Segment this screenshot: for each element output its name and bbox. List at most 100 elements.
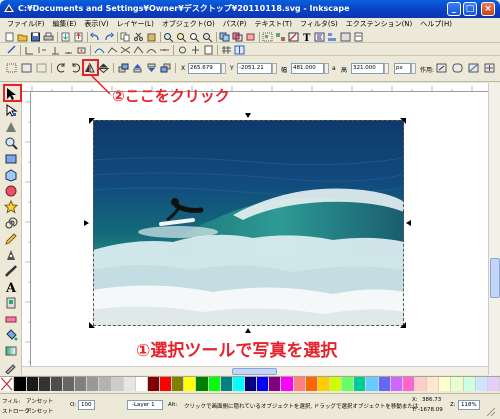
palette-swatch[interactable] <box>123 377 136 391</box>
vertical-scroll-thumb[interactable] <box>490 258 500 298</box>
gradient-tool-icon[interactable] <box>4 344 18 358</box>
menu-layer[interactable]: レイヤー(L) <box>113 18 158 30</box>
palette-swatch[interactable] <box>293 377 306 391</box>
raise-to-top-icon[interactable] <box>118 63 129 73</box>
palette-swatch[interactable] <box>87 377 100 391</box>
y-position-field[interactable]: -2051.21 <box>237 63 272 74</box>
vertical-scrollbar[interactable] <box>488 83 500 375</box>
palette-swatch[interactable] <box>487 377 500 391</box>
snap-bbox-corner-icon[interactable] <box>50 45 61 55</box>
palette-swatch[interactable] <box>366 377 379 391</box>
palette-swatch[interactable] <box>147 377 161 391</box>
palette-swatch[interactable] <box>439 377 452 391</box>
rotate-cw-icon[interactable] <box>70 63 81 73</box>
snap-path-intersection-icon[interactable] <box>120 45 131 55</box>
transform-gradients-icon[interactable] <box>468 63 479 73</box>
menu-file[interactable]: ファイル(F) <box>3 18 49 30</box>
palette-swatch[interactable] <box>463 377 476 391</box>
ungroup-icon[interactable] <box>275 32 286 42</box>
palette-swatch[interactable] <box>184 377 197 391</box>
menu-object[interactable]: オブジェクト(O) <box>158 18 219 30</box>
width-field[interactable]: 481.000 <box>291 63 324 74</box>
copy-icon[interactable] <box>120 32 131 42</box>
palette-swatch[interactable] <box>232 377 246 391</box>
palette-swatch[interactable] <box>14 377 27 391</box>
snap-object-center-icon[interactable] <box>177 45 188 55</box>
palette-swatch[interactable] <box>50 377 63 391</box>
height-field[interactable]: 321.000 <box>351 63 384 74</box>
print-icon[interactable] <box>43 32 54 42</box>
star-tool-icon[interactable] <box>4 200 18 214</box>
opacity-field[interactable]: 100 <box>78 400 95 410</box>
paste-icon[interactable] <box>146 32 157 42</box>
preferences-icon[interactable] <box>340 32 351 42</box>
snap-bbox-center-icon[interactable] <box>76 45 87 55</box>
zoom-tool-icon[interactable] <box>4 136 18 150</box>
zoom-selection-icon[interactable] <box>163 32 174 42</box>
menu-text[interactable]: テキスト(T) <box>250 18 296 30</box>
snap-paths-icon[interactable] <box>107 45 118 55</box>
drawing-canvas[interactable] <box>31 92 488 375</box>
palette-swatch[interactable] <box>99 377 112 391</box>
unlink-clone-icon[interactable] <box>245 32 256 42</box>
fill-value[interactable]: アンセット <box>26 397 53 405</box>
snap-line-midpoint-icon[interactable] <box>159 45 170 55</box>
lock-proportions-icon[interactable]: a <box>332 65 336 72</box>
palette-swatch[interactable] <box>245 377 258 391</box>
lower-icon[interactable] <box>146 63 157 73</box>
horizontal-scrollbar[interactable] <box>22 366 488 375</box>
menu-path[interactable]: パス(P) <box>219 18 251 30</box>
palette-swatch[interactable] <box>354 377 367 391</box>
select-all-layers-icon[interactable] <box>21 63 32 73</box>
scale-corners-icon[interactable] <box>452 63 463 73</box>
zoom-field[interactable]: 118% <box>458 400 480 410</box>
zoom-page-icon[interactable] <box>189 32 200 42</box>
save-icon[interactable] <box>30 32 41 42</box>
snap-guides-icon[interactable] <box>234 45 245 55</box>
calligraphy-tool-icon[interactable] <box>4 264 18 278</box>
cut-icon[interactable] <box>133 32 144 42</box>
horizontal-scroll-thumb[interactable] <box>232 368 277 375</box>
palette-swatch[interactable] <box>330 377 343 391</box>
text-tool-icon[interactable]: A <box>4 280 18 294</box>
palette-swatch[interactable] <box>111 377 124 391</box>
zoom-width-icon[interactable] <box>202 32 213 42</box>
eraser-tool-icon[interactable] <box>4 312 18 326</box>
palette-swatch[interactable] <box>317 377 331 391</box>
undo-icon[interactable] <box>90 32 101 42</box>
align-distribute-icon[interactable] <box>327 32 338 42</box>
width-spinner[interactable] <box>324 63 329 74</box>
dropper-tool-icon[interactable] <box>4 360 18 374</box>
deselect-icon[interactable] <box>36 63 47 73</box>
node-tool-icon[interactable] <box>4 104 18 118</box>
transform-patterns-icon[interactable] <box>484 63 495 73</box>
group-icon[interactable] <box>262 32 273 42</box>
snap-cusp-nodes-icon[interactable] <box>133 45 144 55</box>
palette-swatch[interactable] <box>208 377 221 391</box>
palette-swatch[interactable] <box>427 377 440 391</box>
menu-view[interactable]: 表示(V) <box>80 18 112 30</box>
spray-tool-icon[interactable] <box>4 296 18 310</box>
close-button[interactable]: × <box>481 2 495 16</box>
snap-page-border-icon[interactable] <box>203 45 214 55</box>
unit-select[interactable]: px <box>394 63 411 74</box>
palette-swatch[interactable] <box>281 377 294 391</box>
palette-swatch[interactable] <box>172 377 185 391</box>
minimize-button[interactable]: _ <box>447 2 461 16</box>
palette-swatch[interactable] <box>160 377 173 391</box>
no-paint-swatch[interactable] <box>0 377 15 391</box>
snap-nodes-icon[interactable] <box>94 45 105 55</box>
palette-swatch[interactable] <box>26 377 39 391</box>
select-all-icon[interactable] <box>6 63 17 73</box>
pencil-tool-icon[interactable] <box>4 232 18 246</box>
ellipse-tool-icon[interactable] <box>4 184 18 198</box>
clone-icon[interactable] <box>232 32 243 42</box>
import-icon[interactable] <box>60 32 71 42</box>
redo-icon[interactable] <box>103 32 114 42</box>
palette-swatch[interactable] <box>402 377 416 391</box>
pen-bezier-tool-icon[interactable] <box>4 248 18 262</box>
menu-edit[interactable]: 編集(E) <box>49 18 81 30</box>
palette-swatch[interactable] <box>378 377 391 391</box>
layer-select[interactable]: -Layer 1 <box>127 400 163 410</box>
x-position-spinner[interactable] <box>221 63 226 74</box>
